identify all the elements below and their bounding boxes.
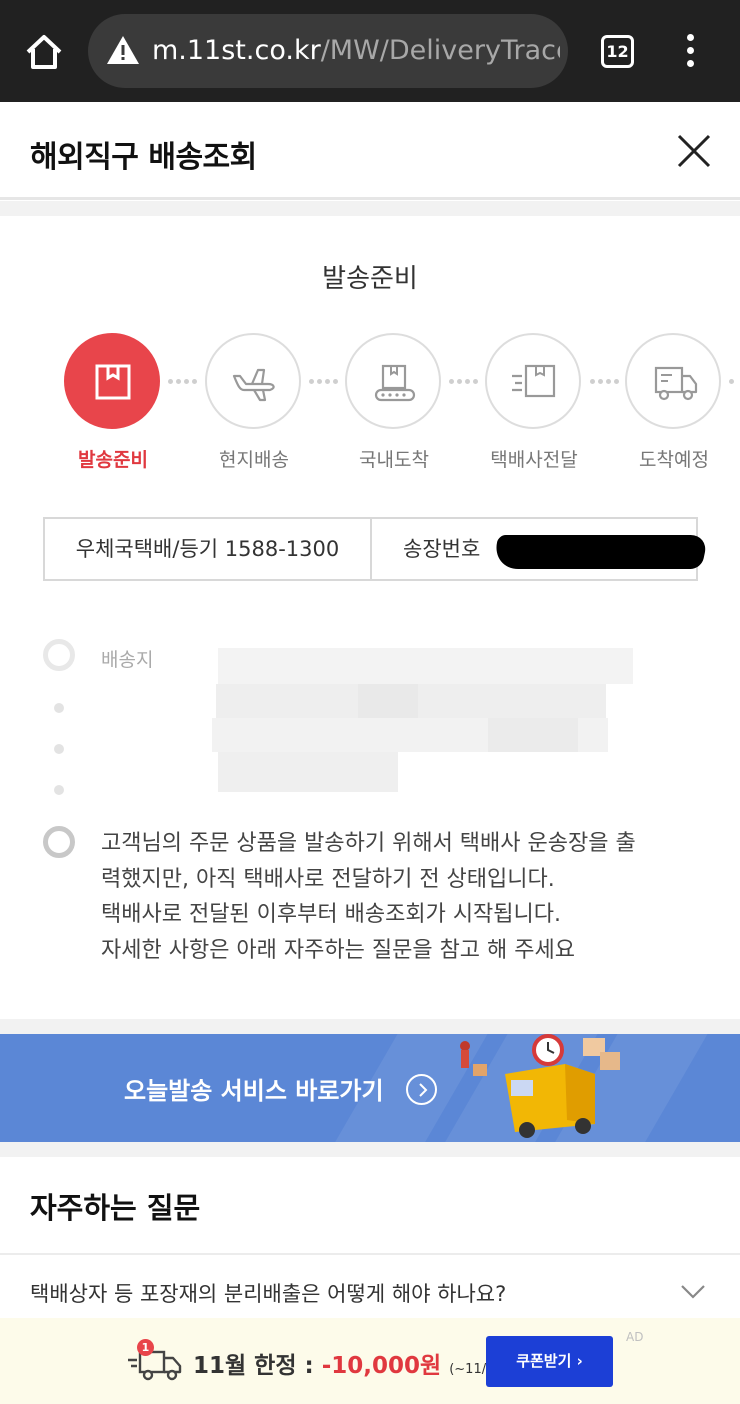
step-label: 도착예정 xyxy=(639,449,709,471)
not-secure-warning-icon[interactable] xyxy=(106,34,140,66)
invoice-number-label: 송장번호 xyxy=(403,537,481,561)
courier-info-box: 우체국택배/등기 1588-1300 송장번호 xyxy=(43,517,709,581)
step-connector xyxy=(449,379,489,385)
timeline-dot xyxy=(54,744,64,754)
section-divider xyxy=(0,1019,740,1034)
page-header: 해외직구 배송조회 xyxy=(0,102,740,200)
status-message-line: 택배사로 전달된 이후부터 배송조회가 시작됩니다. xyxy=(101,902,562,927)
delivery-box-icon xyxy=(512,364,556,398)
step-ready: 발송준비 xyxy=(64,333,162,472)
step-expected-arrival: 도착예정 xyxy=(625,333,723,472)
step-connector xyxy=(729,379,740,385)
step-label: 현지배송 xyxy=(219,449,289,471)
url-domain: m.11st.co.kr xyxy=(152,35,321,66)
box-icon xyxy=(95,364,131,400)
timeline-marker-current xyxy=(43,826,75,858)
truck-icon xyxy=(654,366,698,401)
delivery-progress-steps: 발송준비 현지배송 국내도착 택배사전달 도착예정 xyxy=(0,333,740,473)
promo-prefix: 11월 한정 : xyxy=(193,1353,322,1379)
promo-amount: -10,000원 xyxy=(321,1353,442,1379)
coupon-ad-bar: 1 11월 한정 : -10,000원 (~11/30) 쿠폰받기 › AD xyxy=(0,1318,740,1404)
timeline-dot xyxy=(54,703,64,713)
banner-text: 오늘발송 서비스 바로가기 xyxy=(124,1077,384,1105)
status-message-line: 자세한 사항은 아래 자주하는 질문을 참고 해 주세요 xyxy=(101,937,575,963)
section-divider xyxy=(0,1142,740,1157)
close-icon[interactable] xyxy=(676,133,712,169)
step-connector xyxy=(309,379,349,385)
browser-toolbar: m.11st.co.kr/MW/DeliveryTrace 12 xyxy=(0,0,740,102)
get-coupon-button[interactable]: 쿠폰받기 › xyxy=(486,1336,613,1387)
step-connector xyxy=(168,379,208,385)
same-day-shipping-banner[interactable]: 오늘발송 서비스 바로가기 xyxy=(0,1034,740,1142)
courier-company: 우체국택배/등기 1588-1300 xyxy=(45,519,372,579)
url-text[interactable]: m.11st.co.kr/MW/DeliveryTrace xyxy=(152,34,560,68)
faq-question[interactable]: 택배상자 등 포장재의 분리배출은 어떻게 해야 하나요? xyxy=(30,1278,506,1308)
airplane-icon xyxy=(232,368,275,402)
step-courier-handover: 택배사전달 xyxy=(485,333,583,472)
ad-tag: AD xyxy=(626,1330,644,1344)
current-status-title: 발송준비 xyxy=(322,264,418,294)
step-domestic-arrival: 국내도착 xyxy=(345,333,443,472)
step-local-shipping: 현지배송 xyxy=(205,333,303,472)
address-bar[interactable]: m.11st.co.kr/MW/DeliveryTrace xyxy=(88,14,568,88)
status-message-line: 고객님의 주문 상품을 발송하기 위해서 택배사 운송장을 출 xyxy=(101,831,636,856)
faq-title: 자주하는 질문 xyxy=(30,1191,201,1225)
timeline-dot xyxy=(54,785,64,795)
arrow-circle-icon xyxy=(406,1074,437,1105)
conveyor-icon xyxy=(374,364,416,402)
redacted-invoice-number xyxy=(491,535,709,569)
timeline-marker xyxy=(43,639,75,671)
delivery-truck-illustration xyxy=(460,1034,620,1138)
tab-switcher-button[interactable]: 12 xyxy=(601,35,634,68)
overflow-menu-icon[interactable] xyxy=(680,34,700,70)
step-label: 국내도착 xyxy=(359,449,429,471)
step-connector xyxy=(590,379,630,385)
chevron-down-icon[interactable] xyxy=(680,1284,706,1300)
status-message-line: 력했지만, 아직 택배사로 전달하기 전 상태입니다. xyxy=(101,866,555,892)
faq-divider xyxy=(0,1253,740,1255)
destination-label: 배송지 xyxy=(101,649,154,671)
status-message: 고객님의 주문 상품을 발송하기 위해서 택배사 운송장을 출 력했지만, 아직… xyxy=(101,826,701,968)
promo-text: 11월 한정 : -10,000원 (~11/30) xyxy=(193,1346,508,1380)
page-title: 해외직구 배송조회 xyxy=(30,140,257,175)
url-path: /MW/DeliveryTrace xyxy=(320,35,560,66)
home-icon[interactable] xyxy=(22,30,66,74)
section-divider xyxy=(0,201,740,216)
blurred-address xyxy=(208,646,633,792)
step-label: 택배사전달 xyxy=(490,449,578,471)
count-badge: 1 xyxy=(137,1339,154,1356)
step-label: 발송준비 xyxy=(78,449,148,471)
